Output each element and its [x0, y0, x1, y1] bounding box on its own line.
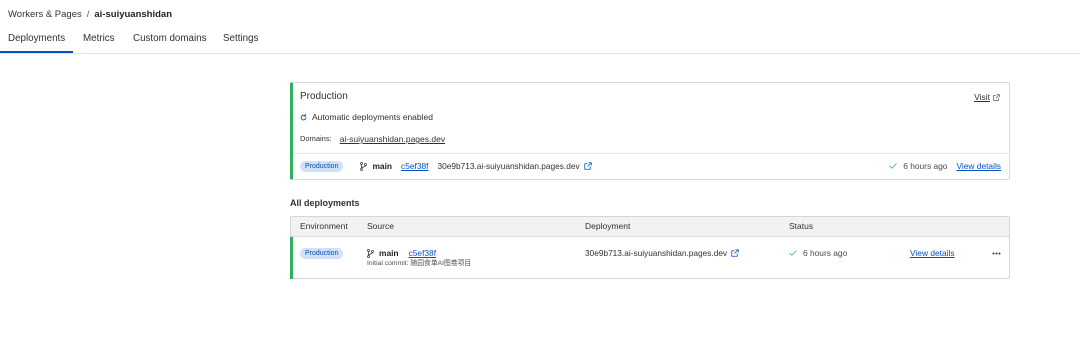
- commit-message: Initial commit: 随园食单AI图卷项目: [367, 260, 472, 267]
- commit-hash-link[interactable]: c5ef38f: [401, 159, 428, 173]
- deployment-time: 6 hours ago: [803, 248, 848, 258]
- card-divider: [293, 153, 1009, 154]
- production-deployment-status: 6 hours ago View details: [889, 159, 1001, 173]
- deployment-time: 6 hours ago: [903, 161, 948, 171]
- branch-name: main: [379, 248, 399, 258]
- tab-custom-domains[interactable]: Custom domains: [125, 30, 215, 53]
- view-details-link[interactable]: View details: [910, 246, 955, 260]
- git-branch-icon: [360, 161, 368, 171]
- external-link-icon: [731, 249, 739, 257]
- git-branch-icon: [367, 248, 374, 258]
- row-actions-menu-button[interactable]: [991, 249, 1002, 257]
- external-link-icon: [993, 93, 1000, 101]
- breadcrumb-workers-pages-link[interactable]: Workers & Pages: [8, 8, 82, 21]
- branch-name: main: [372, 161, 393, 171]
- check-icon: [789, 250, 797, 256]
- table-row[interactable]: Production main c5ef38f Initial commit: …: [290, 237, 1009, 279]
- deployment-cell: 30e9b713.ai-suiyuanshidan.pages.dev: [585, 246, 739, 260]
- tab-metrics[interactable]: Metrics: [75, 30, 123, 53]
- deployment-url-link[interactable]: 30e9b713.ai-suiyuanshidan.pages.dev: [438, 159, 592, 173]
- column-header-status: Status: [789, 221, 814, 231]
- production-row-indicator: [290, 237, 293, 279]
- column-header-environment: Environment: [300, 221, 348, 231]
- domains-row: Domains: ai-suiyuanshidan.pages.dev: [300, 133, 445, 145]
- environment-badge: Production: [300, 160, 344, 172]
- domains-label: Domains:: [300, 134, 332, 143]
- deployments-table: Environment Source Deployment Status Pro…: [290, 216, 1010, 279]
- tab-settings[interactable]: Settings: [215, 30, 266, 53]
- refresh-icon: [300, 113, 307, 121]
- automatic-deployments-status: Automatic deployments enabled: [300, 111, 433, 123]
- column-header-source: Source: [367, 221, 394, 231]
- breadcrumb-current-project: ai-suiyuanshidan: [94, 9, 172, 20]
- view-details-link[interactable]: View details: [956, 159, 1001, 173]
- tab-deployments[interactable]: Deployments: [0, 30, 74, 53]
- domain-link[interactable]: ai-suiyuanshidan.pages.dev: [340, 133, 445, 145]
- check-icon: [889, 163, 897, 169]
- more-horizontal-icon: [992, 252, 1001, 255]
- deployment-url-link[interactable]: 30e9b713.ai-suiyuanshidan.pages.dev: [585, 246, 739, 260]
- visit-label: Visit: [974, 92, 990, 102]
- all-deployments-heading: All deployments: [290, 198, 360, 208]
- source-cell: main c5ef38f: [367, 246, 436, 260]
- view-details-cell: View details: [910, 246, 955, 260]
- deployment-url: 30e9b713.ai-suiyuanshidan.pages.dev: [585, 248, 728, 258]
- environment-cell: Production: [300, 246, 344, 260]
- visit-link[interactable]: Visit: [974, 90, 1000, 104]
- production-deployment-summary: Production main c5ef38f 30e9b713.ai-suiy…: [300, 159, 592, 173]
- tab-bar: Deployments Metrics Custom domains Setti…: [0, 30, 1080, 54]
- breadcrumb: Workers & Pages / ai-suiyuanshidan: [8, 8, 172, 21]
- automatic-deployments-text: Automatic deployments enabled: [312, 112, 433, 122]
- environment-badge: Production: [300, 247, 344, 259]
- status-cell: 6 hours ago: [789, 246, 847, 260]
- column-header-deployment: Deployment: [585, 221, 631, 231]
- table-header: Environment Source Deployment Status: [291, 217, 1009, 237]
- production-card-title: Production: [300, 91, 348, 102]
- production-deployment-card: Production Visit Automatic deployments e…: [290, 82, 1010, 180]
- breadcrumb-separator: /: [86, 9, 90, 20]
- deployment-url: 30e9b713.ai-suiyuanshidan.pages.dev: [437, 161, 580, 171]
- commit-hash-link[interactable]: c5ef38f: [409, 246, 436, 260]
- external-link-icon: [583, 162, 592, 170]
